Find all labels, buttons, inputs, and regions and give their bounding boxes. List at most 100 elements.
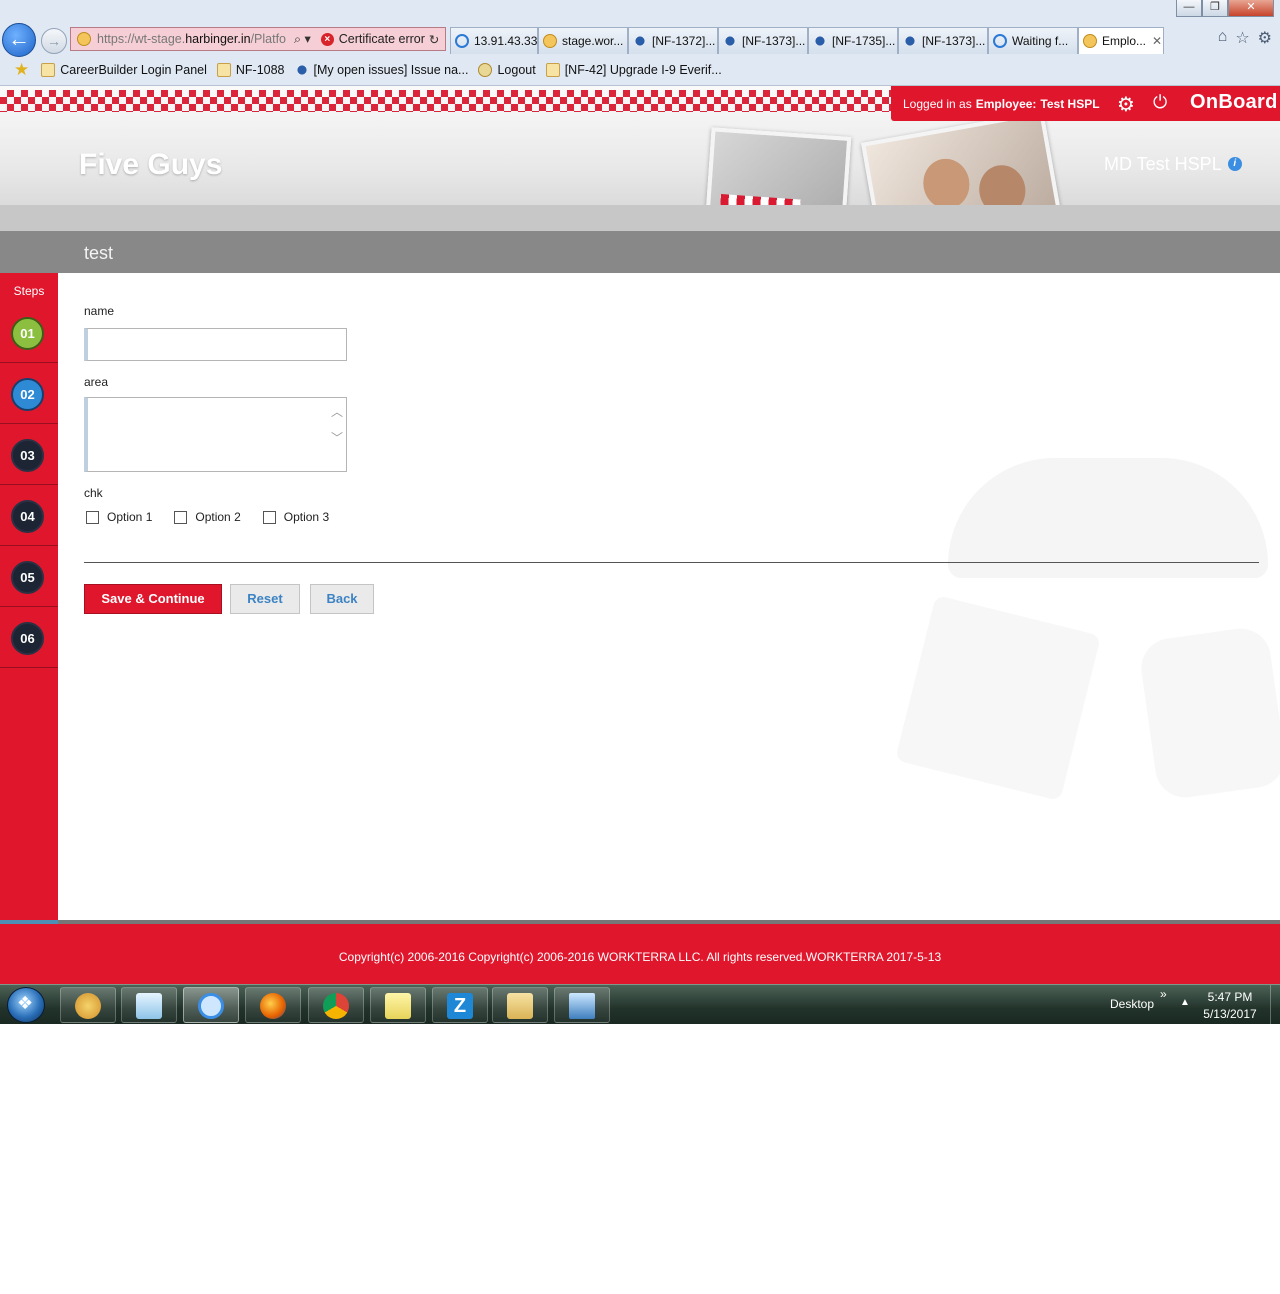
tab-label: Waiting f...: [1012, 34, 1069, 48]
ie-icon: [993, 34, 1007, 48]
favorite-link[interactable]: CareerBuilder Login Panel: [41, 63, 207, 77]
home-icon[interactable]: ⌂: [1218, 28, 1228, 48]
navigation-row: ← → https://wt-stage.harbinger.in/Platfo…: [0, 22, 1280, 57]
jira-icon: [723, 34, 737, 48]
minimize-button[interactable]: —: [1176, 0, 1202, 17]
step-item-05[interactable]: 05: [0, 546, 58, 607]
favorite-link[interactable]: [My open issues] Issue na...: [294, 63, 469, 77]
favorite-link[interactable]: NF-1088: [216, 63, 285, 77]
step-circle: 06: [11, 622, 44, 655]
certificate-error-icon[interactable]: ×: [320, 32, 334, 46]
favorite-label: [NF-42] Upgrade I-9 Everif...: [564, 63, 722, 77]
taskbar-paint[interactable]: [60, 987, 116, 1023]
taskbar-notepad[interactable]: [121, 987, 177, 1023]
search-dropdown-icon[interactable]: ⌕ ▾: [294, 31, 311, 47]
jira-icon: [633, 34, 647, 48]
back-button[interactable]: ←: [2, 23, 36, 57]
desktop-toolbar-label[interactable]: Desktop: [1110, 997, 1154, 1011]
power-icon[interactable]: ⏻: [1153, 92, 1167, 113]
checkbox-box[interactable]: [86, 510, 99, 524]
textarea-scrollbar[interactable]: ︿ ﹀: [329, 399, 345, 470]
desktop-chevron-icon[interactable]: »: [1160, 987, 1167, 1001]
favorites-star-icon[interactable]: ☆: [1235, 28, 1249, 48]
background-soda-illustration: [1137, 624, 1280, 802]
step-item-04[interactable]: 04: [0, 485, 58, 546]
gear-icon[interactable]: ⚙: [1117, 92, 1135, 117]
info-icon[interactable]: i: [1227, 157, 1242, 171]
header-band: [0, 205, 1280, 231]
browser-tab[interactable]: Waiting f...: [988, 27, 1078, 54]
window-titlebar: — ❐ ✕: [0, 0, 1280, 22]
steps-sidebar: Steps 01 02 03 04 05 06: [0, 273, 58, 920]
forward-button[interactable]: →: [41, 28, 67, 54]
back-button-form[interactable]: Back: [310, 584, 374, 614]
step-circle: 02: [11, 378, 44, 411]
taskbar-z-app[interactable]: Z: [432, 987, 488, 1023]
browser-tab[interactable]: stage.wor...: [538, 27, 628, 54]
taskbar-sticky-notes[interactable]: [370, 987, 426, 1023]
clock-time[interactable]: 5:47 PM: [1198, 990, 1262, 1004]
favorite-label: [My open issues] Issue na...: [313, 63, 469, 77]
favorites-add-icon[interactable]: ★: [14, 60, 29, 80]
checkbox-box[interactable]: [174, 510, 188, 524]
step-item-06[interactable]: 06: [0, 607, 58, 668]
tray-expand-icon[interactable]: ▲: [1180, 997, 1190, 1008]
app-header: Five Guys Logged in as Employee: Test HSPL…: [0, 86, 1280, 231]
taskbar-ie[interactable]: [183, 987, 239, 1023]
step-item-03[interactable]: 03: [0, 424, 58, 485]
favorite-link[interactable]: [NF-42] Upgrade I-9 Everif...: [545, 63, 722, 77]
checkbox-group: Option 1 Option 2 Option 3: [86, 510, 329, 524]
maximize-button[interactable]: ❐: [1202, 0, 1228, 17]
z-app-icon: Z: [447, 993, 473, 1019]
browser-tab[interactable]: [NF-1373]...: [898, 27, 988, 54]
start-button[interactable]: [7, 987, 45, 1023]
taskbar-file-explorer[interactable]: [492, 987, 548, 1023]
reset-button[interactable]: Reset: [230, 584, 300, 614]
checkered-banner: [0, 90, 900, 112]
favorite-label: Logout: [497, 63, 536, 77]
taskbar-chrome[interactable]: [308, 987, 364, 1023]
brand-title: Five Guys: [79, 148, 223, 181]
save-continue-button[interactable]: Save & Continue: [84, 584, 222, 614]
checkbox-label: Option 3: [283, 510, 330, 524]
browser-tab[interactable]: 13.91.43.33: [450, 27, 538, 54]
clock-date[interactable]: 5/13/2017: [1198, 1007, 1262, 1021]
tab-label: Emplo...: [1102, 34, 1147, 48]
tab-close-icon[interactable]: ✕: [1152, 34, 1162, 48]
taskbar-screenshot[interactable]: [554, 987, 610, 1023]
steps-label: Steps: [13, 284, 45, 298]
step-item-02[interactable]: 02: [0, 363, 58, 424]
certificate-error-label[interactable]: Certificate error: [339, 32, 425, 46]
address-bar[interactable]: https://wt-stage.harbinger.in/Platfo ⌕ ▾…: [70, 27, 446, 51]
jira-icon: [813, 34, 827, 48]
option-3-checkbox[interactable]: Option 3: [262, 510, 330, 524]
step-item-01[interactable]: 01: [0, 302, 58, 363]
browser-tab[interactable]: [NF-1373]...: [718, 27, 808, 54]
page-icon: [216, 63, 231, 77]
tab-label: [NF-1735]...: [832, 34, 896, 48]
option-1-checkbox[interactable]: Option 1: [86, 510, 152, 524]
browser-tab[interactable]: [NF-1735]...: [808, 27, 898, 54]
paint-icon: [75, 993, 101, 1019]
browser-tab[interactable]: [NF-1372]...: [628, 27, 718, 54]
checkbox-box[interactable]: [262, 510, 276, 524]
taskbar-firefox[interactable]: [245, 987, 301, 1023]
area-textarea[interactable]: [84, 397, 347, 472]
notepad-icon: [136, 993, 162, 1019]
tools-gear-icon[interactable]: ⚙: [1258, 28, 1272, 48]
site-icon: [543, 34, 557, 48]
name-input[interactable]: [84, 328, 347, 361]
browser-chrome: — ❐ ✕ ← → https://wt-stage.harbinger.in/…: [0, 0, 1280, 86]
tab-label: [NF-1372]...: [652, 34, 716, 48]
refresh-icon[interactable]: ↻: [429, 32, 439, 47]
address-url[interactable]: https://wt-stage.harbinger.in/Platfo: [97, 32, 286, 46]
favorite-link[interactable]: Logout: [478, 63, 536, 77]
background-burger-illustration: [948, 458, 1268, 578]
scroll-up-icon[interactable]: ︿: [329, 399, 345, 425]
scroll-down-icon[interactable]: ﹀: [329, 425, 345, 451]
close-window-button[interactable]: ✕: [1228, 0, 1274, 17]
show-desktop-button[interactable]: [1270, 985, 1280, 1025]
site-icon: [1083, 34, 1097, 48]
browser-tab-active[interactable]: Emplo... ✕: [1078, 27, 1164, 54]
option-2-checkbox[interactable]: Option 2: [174, 510, 241, 524]
